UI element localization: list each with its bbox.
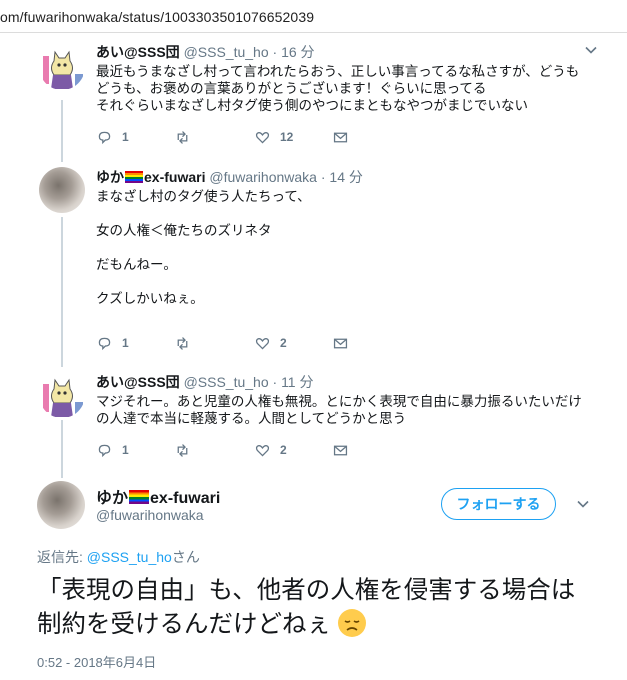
main-tweet-body: 「表現の自由」も、他者の人権を侵害する場合は制約を受けるんだけどねぇ	[37, 577, 576, 638]
user-handle[interactable]: @fuwarihonwaka	[209, 169, 317, 185]
reply-to-prefix: 返信先:	[37, 549, 87, 565]
display-name-suffix[interactable]: ex-fuwari	[150, 490, 220, 507]
reply-count: 1	[122, 443, 129, 457]
user-handle[interactable]: @SSS_tu_ho	[184, 374, 269, 390]
reply-to-suffix: さん	[171, 549, 200, 565]
disappointed-face-emoji	[337, 609, 366, 637]
tweet-header: あい@SSS団 @SSS_tu_ho · 16 分	[96, 42, 616, 60]
like-button[interactable]: 12	[254, 128, 293, 146]
retweet-button[interactable]	[174, 128, 200, 146]
like-count: 2	[280, 336, 287, 350]
reply-count: 1	[122, 336, 129, 350]
like-count: 12	[280, 130, 294, 144]
address-bar[interactable]: om/fuwarihonwaka/status/1003303501076652…	[0, 0, 627, 33]
like-button[interactable]: 2	[254, 334, 287, 352]
reply-button[interactable]: 1	[96, 128, 129, 146]
retweet-icon	[177, 130, 188, 144]
tweet-time[interactable]: 11 分	[281, 374, 313, 390]
reply-icon	[98, 337, 111, 350]
reply-icon	[98, 131, 111, 144]
anime-avatar-icon	[39, 372, 85, 418]
address-bar-url[interactable]: om/fuwarihonwaka/status/1003303501076652…	[0, 9, 314, 25]
tweet-header: ゆか ex-fuwari @fuwarihonwaka · 14 分	[96, 167, 616, 185]
retweet-icon	[177, 336, 188, 350]
envelope-icon	[333, 132, 348, 142]
tweet[interactable]: あい@SSS団 @SSS_tu_ho · 16 分 最近もうまなざし村って言われ…	[96, 42, 616, 114]
display-name[interactable]: あい@SSS団	[96, 374, 180, 390]
reply-to-mention[interactable]: @SSS_tu_ho	[87, 549, 172, 565]
tweet-text: マジそれー。あと児童の人権も無視。とにかく表現で自由に暴力振るいたいだけの人達で…	[96, 394, 582, 426]
rainbow-flag-icon	[129, 490, 150, 504]
tweet-header: あい@SSS団 @SSS_tu_ho · 11 分	[96, 372, 616, 390]
avatar[interactable]	[37, 481, 85, 529]
thread-line	[61, 420, 63, 478]
display-name[interactable]: あい@SSS団	[96, 44, 180, 60]
separator: ·	[272, 44, 282, 60]
thread-line	[61, 100, 63, 162]
main-display-name[interactable]: ゆか ex-fuwari	[96, 484, 220, 508]
tweet-time[interactable]: 16 分	[281, 44, 314, 60]
reply-button[interactable]: 1	[96, 334, 129, 352]
avatar[interactable]	[39, 372, 85, 418]
avatar[interactable]	[39, 44, 85, 90]
disappointed-face-icon	[338, 610, 365, 636]
like-count: 2	[280, 443, 287, 457]
main-tweet-text: 「表現の自由」も、他者の人権を侵害する場合は制約を受けるんだけどねぇ	[37, 574, 597, 642]
thread-line	[61, 217, 63, 367]
chevron-down-icon[interactable]	[585, 44, 597, 56]
rainbow-flag-icon	[125, 171, 143, 183]
user-handle[interactable]: @SSS_tu_ho	[184, 44, 269, 60]
dm-button[interactable]	[332, 334, 349, 352]
tweet-text: 最近もうまなざし村って言われたらおう、正しい事言ってるな私さすが、どうもどうも、…	[96, 64, 580, 113]
chevron-down-icon[interactable]	[577, 498, 589, 510]
heart-icon	[255, 444, 270, 457]
dm-button[interactable]	[332, 128, 349, 146]
user-handle[interactable]: @fuwarihonwaka	[96, 507, 204, 523]
tweet-text: まなざし村のタグ使う人たちって、 女の人権＜俺たちのズリネタ だもんねー。 クズ…	[96, 189, 311, 306]
like-button[interactable]: 2	[254, 441, 287, 459]
envelope-icon	[333, 445, 348, 455]
heart-icon	[255, 337, 270, 350]
tweet-timestamp[interactable]: 0:52 - 2018年6月4日	[37, 652, 156, 671]
display-name-suffix[interactable]: ex-fuwari	[144, 169, 205, 185]
envelope-icon	[333, 338, 348, 348]
tweet[interactable]: あい@SSS団 @SSS_tu_ho · 11 分 マジそれー。あと児童の人権も…	[96, 372, 616, 427]
reply-icon	[98, 444, 111, 457]
retweet-icon	[177, 443, 188, 457]
reply-button[interactable]: 1	[96, 441, 129, 459]
display-name[interactable]: ゆか	[96, 490, 128, 507]
dm-button[interactable]	[332, 441, 349, 459]
heart-icon	[255, 131, 270, 144]
display-name[interactable]: ゆか	[96, 169, 124, 185]
retweet-button[interactable]	[174, 441, 200, 459]
reply-count: 1	[122, 130, 129, 144]
follow-button[interactable]: フォローする	[441, 488, 556, 520]
tweet-time[interactable]: 14 分	[329, 169, 362, 185]
separator: ·	[272, 374, 282, 390]
avatar[interactable]	[39, 167, 85, 213]
retweet-button[interactable]	[174, 334, 200, 352]
replying-to: 返信先: @SSS_tu_hoさん	[37, 547, 200, 567]
anime-avatar-icon	[39, 44, 85, 90]
tweet[interactable]: ゆか ex-fuwari @fuwarihonwaka · 14 分 まなざし村の…	[96, 167, 616, 307]
